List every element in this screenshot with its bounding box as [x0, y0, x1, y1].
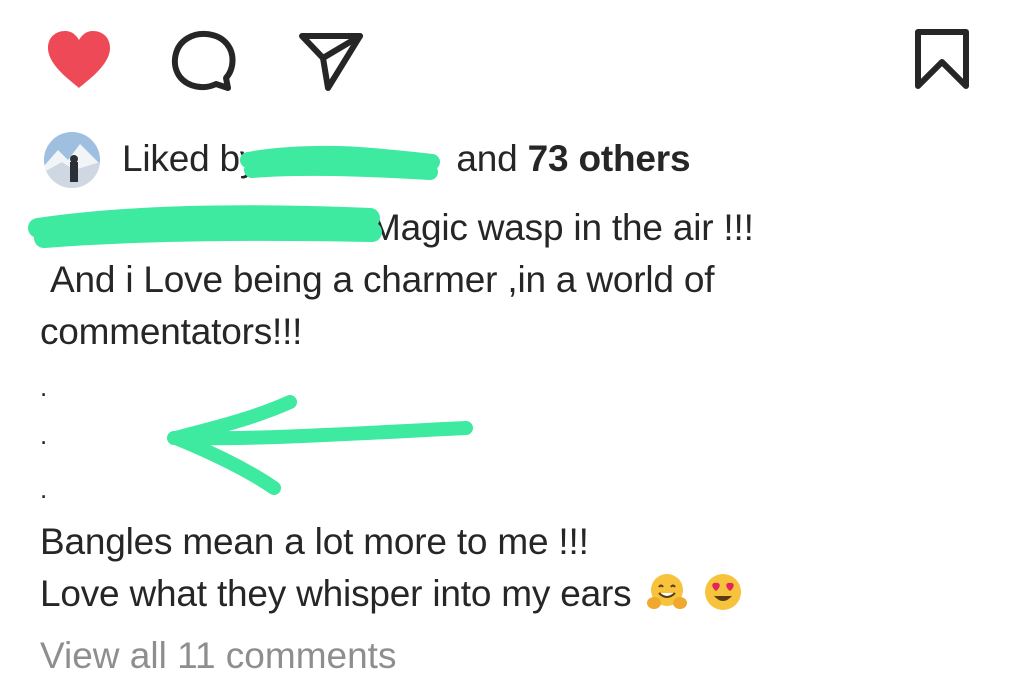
liked-by-label: Liked by: [122, 138, 259, 179]
caption-dot-1: .: [40, 372, 48, 402]
share-button[interactable]: [296, 30, 366, 92]
avatar[interactable]: [44, 132, 100, 188]
caption-line-1-text: Magic wasp in the air !!!: [370, 207, 754, 248]
speech-bubble-icon: [171, 30, 236, 91]
caption-dot-2: .: [40, 420, 48, 450]
caption-line-1: Magic wasp in the air !!!: [40, 202, 754, 254]
bookmark-icon: [915, 29, 969, 89]
caption-line-5-text: Love what they whisper into my ears: [40, 573, 632, 614]
save-button[interactable]: [912, 28, 972, 90]
redacted-author[interactable]: [40, 210, 370, 240]
hugging-face-icon: [646, 574, 687, 609]
likes-and-label: and: [456, 138, 518, 179]
heart-eyes-emoji-icon: [704, 574, 741, 610]
heart-filled-icon: [48, 31, 110, 88]
paper-plane-icon: [299, 33, 363, 91]
caption-dot-3: .: [40, 474, 48, 504]
arrow-head: [169, 395, 297, 495]
redacted-username: [268, 145, 446, 175]
caption-line-3: commentators!!!: [40, 311, 303, 352]
arrow-shaft: [167, 421, 473, 446]
avatar-image: [44, 132, 100, 188]
caption-line-4: Bangles mean a lot more to me !!!: [40, 521, 589, 562]
likes-others-count[interactable]: 73 others: [528, 138, 691, 179]
like-button[interactable]: [44, 28, 114, 92]
view-all-comments-link[interactable]: View all 11 comments: [40, 630, 396, 682]
likes-summary[interactable]: Liked by and 73 others: [122, 135, 691, 183]
comment-button[interactable]: [168, 28, 240, 94]
caption-line-5: Love what they whisper into my ears: [40, 568, 744, 620]
caption-line-2: And i Love being a charmer ,in a world o…: [50, 259, 715, 300]
